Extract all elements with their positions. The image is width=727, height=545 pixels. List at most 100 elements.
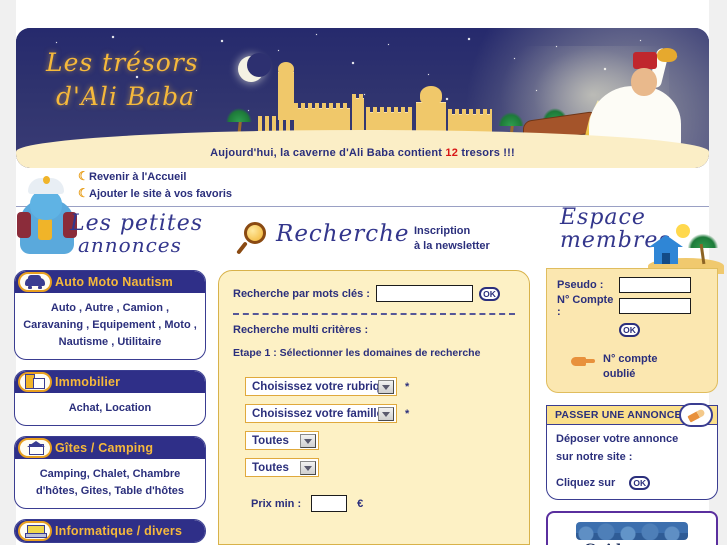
keyword-input[interactable]: [375, 285, 473, 302]
select-rubrique[interactable]: Choisissez votre rubriqu: [245, 377, 397, 396]
recherche-section-title: Recherche: [276, 221, 410, 247]
category-header-immobilier[interactable]: Immobilier: [15, 371, 205, 393]
category-title-immobilier: Immobilier: [55, 375, 121, 389]
genie-mascot-icon: [16, 176, 78, 254]
category-card-gites[interactable]: Gîtes / Camping Camping, Chalet, Chambre…: [14, 436, 206, 509]
price-min-input[interactable]: [311, 495, 348, 512]
select-famille[interactable]: Choisissez votre famille: [245, 404, 397, 423]
compte-input[interactable]: [619, 298, 691, 314]
category-header-informatique[interactable]: Informatique / divers: [15, 520, 205, 542]
category-header-auto[interactable]: Auto Moto Nautism: [15, 271, 205, 293]
newsletter-link[interactable]: Inscription à la newsletter: [414, 224, 490, 254]
guide-banner[interactable]: Guide-PILOTE: [546, 511, 718, 545]
quick-links: ☾Revenir à l'Accueil ☾Ajouter le site à …: [78, 168, 232, 202]
category-card-informatique[interactable]: Informatique / divers: [14, 519, 206, 543]
palm-tree-icon: [688, 234, 718, 265]
pen-icon: [679, 403, 713, 427]
category-title-gites: Gîtes / Camping: [55, 441, 154, 455]
treasure-counter: Aujourd'hui, la caverne d'Ali Baba conti…: [16, 147, 709, 159]
site-banner: Les trésors d'Ali Baba Aujourd'hui, la c…: [16, 28, 709, 168]
currency-symbol: €: [357, 497, 364, 510]
post-ad-line1: Déposer votre annonce: [556, 433, 679, 445]
select-row-sousfamille-1: Toutes: [233, 431, 515, 450]
category-header-gites[interactable]: Gîtes / Camping: [15, 437, 205, 459]
chevron-down-icon[interactable]: [300, 434, 316, 448]
clouds-icon: [576, 522, 688, 540]
select-sousfamille-2[interactable]: Toutes: [245, 458, 319, 477]
link-home[interactable]: ☾Revenir à l'Accueil: [78, 168, 232, 185]
hut-icon: [18, 438, 52, 458]
link-home-label: Revenir à l'Accueil: [89, 171, 187, 183]
category-title-informatique: Informatique / divers: [55, 524, 183, 538]
annonces-title-line2: annonces: [78, 233, 182, 258]
magnifier-icon: [236, 222, 272, 256]
required-mark-famille: *: [405, 407, 410, 420]
category-items-immobilier[interactable]: Achat, Location: [15, 393, 205, 425]
chevron-down-icon[interactable]: [378, 380, 394, 394]
crescent-icon: ☾: [78, 169, 89, 183]
pseudo-row: Pseudo :: [557, 277, 707, 293]
newsletter-line2: à la newsletter: [414, 240, 490, 252]
post-ad-body: Déposer votre annonce sur notre site : C…: [547, 425, 717, 499]
click-label: Cliquez sur: [556, 477, 616, 489]
island-illustration: [648, 224, 724, 274]
select-row-famille: Choisissez votre famille *: [233, 404, 515, 423]
panel-divider: [233, 313, 515, 315]
category-items-auto[interactable]: Auto , Autre , Camion , Caravaning , Equ…: [15, 293, 205, 359]
logo-line-2: d'Ali Baba: [56, 81, 196, 111]
computer-icon: [18, 521, 52, 541]
pseudo-label: Pseudo :: [557, 279, 604, 291]
pointing-hand-icon: [571, 355, 595, 368]
required-mark-rubrique: *: [405, 380, 410, 393]
category-title-auto: Auto Moto Nautism: [55, 275, 173, 289]
multicriteria-label: Recherche multi critères :: [233, 324, 369, 336]
building-icon: [18, 372, 52, 392]
post-ad-ok-button[interactable]: OK: [629, 476, 651, 490]
today-prefix: Aujourd'hui, la caverne d'Ali Baba conti…: [210, 147, 443, 159]
forgot-account-row: N° compte oublié: [557, 352, 707, 382]
member-ok-button[interactable]: OK: [619, 323, 640, 337]
member-sidebar: Pseudo : N° Compte : OK N° compte oublié…: [546, 268, 718, 545]
forgot-account-link[interactable]: N° compte oublié: [603, 352, 681, 382]
keyword-label: Recherche par mots clés :: [233, 287, 370, 300]
espace-title-line1: Espace: [560, 205, 646, 230]
post-ad-header: PASSER UNE ANNONCE: [547, 403, 717, 427]
chevron-down-icon[interactable]: [300, 461, 316, 475]
keyword-search-row: Recherche par mots clés : OK: [233, 285, 515, 302]
price-min-label: Prix min :: [251, 497, 302, 510]
annonces-section-title: Les petites annonces: [70, 212, 203, 256]
today-suffix: tresors !!!: [461, 147, 515, 159]
select-rubrique-value: Choisissez votre rubriqu: [252, 380, 387, 393]
link-add-favorite[interactable]: ☾Ajouter le site à vos favoris: [78, 185, 232, 202]
price-row: Prix min : €: [233, 495, 515, 512]
post-ad-box: PASSER UNE ANNONCE Déposer votre annonce…: [546, 403, 718, 500]
page-root: Les trésors d'Ali Baba Aujourd'hui, la c…: [0, 0, 727, 545]
hut-icon: [649, 235, 683, 264]
pseudo-input[interactable]: [619, 277, 691, 293]
category-sidebar: Auto Moto Nautism Auto , Autre , Camion …: [14, 270, 206, 545]
compte-label: N° Compte :: [557, 294, 614, 318]
category-items-gites[interactable]: Camping, Chalet, Chambre d'hôtes, Gites,…: [15, 459, 205, 508]
post-ad-line2: sur notre site :: [556, 451, 633, 463]
category-card-immobilier[interactable]: Immobilier Achat, Location: [14, 370, 206, 426]
post-ad-click-row: Cliquez sur OK: [556, 476, 708, 490]
keyword-ok-button[interactable]: OK: [478, 286, 500, 301]
link-add-favorite-label: Ajouter le site à vos favoris: [89, 188, 233, 200]
compte-row: N° Compte :: [557, 294, 707, 318]
select-sousfamille-1[interactable]: Toutes: [245, 431, 319, 450]
post-ad-title: PASSER UNE ANNONCE: [555, 409, 682, 421]
select-sousfamille-1-value: Toutes: [252, 434, 289, 447]
chevron-down-icon[interactable]: [378, 407, 394, 421]
category-card-auto[interactable]: Auto Moto Nautism Auto , Autre , Camion …: [14, 270, 206, 360]
select-row-rubrique: Choisissez votre rubriqu *: [233, 377, 515, 396]
select-famille-value: Choisissez votre famille: [252, 407, 384, 420]
step1-label: Etape 1 : Sélectionner les domaines de r…: [233, 347, 481, 359]
banner-footer: Aujourd'hui, la caverne d'Ali Baba conti…: [16, 130, 709, 168]
site-logo: Les trésors d'Ali Baba: [46, 46, 199, 114]
crescent-icon: ☾: [78, 186, 89, 200]
select-sousfamille-2-value: Toutes: [252, 461, 289, 474]
logo-line-1: Les trésors: [46, 48, 199, 77]
select-row-sousfamille-2: Toutes: [233, 458, 515, 477]
today-count: 12: [445, 147, 459, 159]
member-login-box: Pseudo : N° Compte : OK N° compte oublié: [546, 268, 718, 393]
